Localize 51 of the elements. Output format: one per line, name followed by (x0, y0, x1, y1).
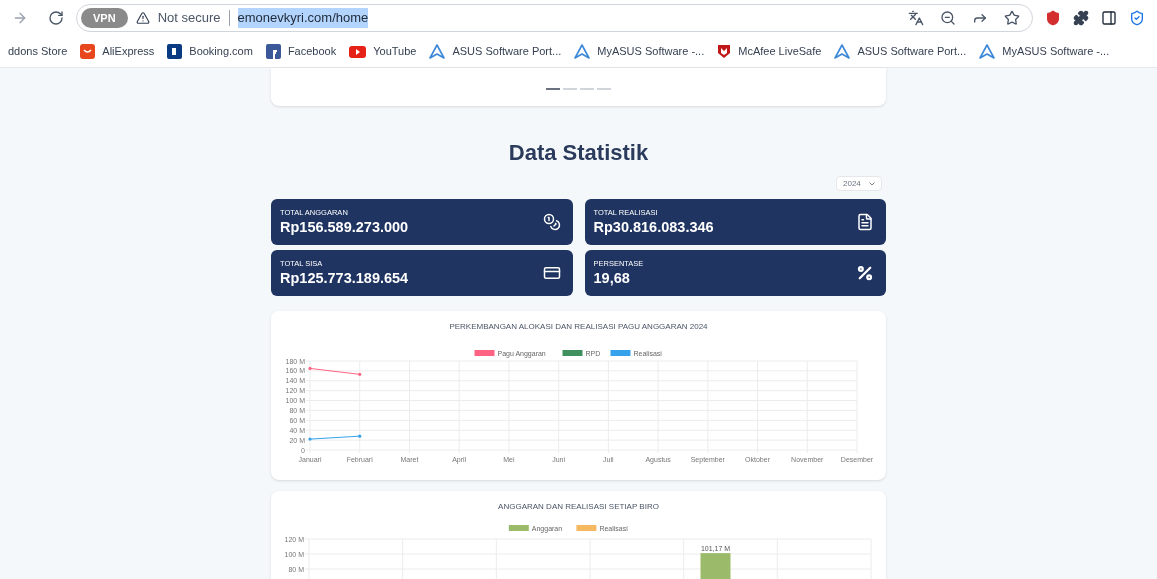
bookmark-link[interactable]: Facebook (287, 43, 337, 60)
bookmark-link[interactable]: MyASUS Software -... (1002, 43, 1110, 60)
credit-card-icon (542, 264, 561, 282)
translate-icon[interactable] (908, 10, 924, 26)
legend-swatch (508, 525, 529, 531)
percent-icon (856, 264, 874, 282)
smile-icon (80, 44, 96, 59)
bookmark-link[interactable]: AliExpress (102, 43, 155, 60)
bookmark-link[interactable]: YouTube (373, 43, 417, 60)
bookmark-link[interactable]: MyASUS Software -... (597, 43, 705, 60)
chart-title: PERKEMBANGAN ALOKASI DAN REALISASI PAGU ANGGARAN 2024 (449, 322, 708, 332)
coins-icon (542, 213, 561, 231)
chart-title: ANGGARAN DAN REALISASI SETIAP BIRO (498, 502, 659, 512)
reload-icon[interactable] (48, 10, 64, 26)
star-icon[interactable] (1004, 10, 1020, 26)
stat-value: Rp125.773.189.654 (280, 268, 409, 288)
chevron-down-icon (869, 181, 875, 186)
url-text[interactable]: emonevkyri.com/home (237, 8, 369, 28)
shield-icon[interactable] (1045, 10, 1061, 26)
bookmark-link[interactable]: ASUS Software Port... (857, 43, 967, 60)
legend-swatch (562, 350, 583, 356)
triangle-icon (979, 44, 996, 59)
shield-icon (717, 44, 732, 59)
legend-swatch (474, 350, 495, 356)
warning-icon (135, 11, 150, 25)
legend-swatch (576, 525, 597, 531)
bookmark-link[interactable]: ASUS Software Port... (452, 43, 562, 60)
play-icon (349, 45, 367, 58)
triangle-icon (429, 44, 446, 59)
extensions-icon[interactable] (1073, 10, 1089, 26)
data-line (308, 434, 362, 441)
year-select[interactable]: 2024 (836, 176, 882, 191)
triangle-icon (834, 44, 851, 59)
bookmark-link[interactable]: McAfee LiveSafe (738, 43, 822, 60)
bookmark-link[interactable]: ddons Store (8, 43, 68, 60)
section-title: Data Statistik (508, 139, 649, 167)
stat-value: Rp30.816.083.346 (593, 217, 714, 237)
triangle-icon (574, 44, 591, 59)
square-icon (167, 44, 183, 59)
bar (700, 553, 731, 579)
square-icon (265, 44, 281, 59)
bookmark-link[interactable]: Booking.com (189, 43, 253, 60)
security-label[interactable]: Not secure (157, 8, 221, 28)
data-line (308, 366, 362, 376)
legend-swatch (610, 350, 631, 356)
shield-check-icon[interactable] (1129, 10, 1145, 26)
stat-value: 19,68 (593, 268, 631, 288)
document-icon (856, 213, 874, 231)
stat-value: Rp156.589.273.000 (280, 217, 409, 237)
side-panel-icon[interactable] (1101, 10, 1117, 26)
zoom-out-icon[interactable] (940, 10, 956, 26)
